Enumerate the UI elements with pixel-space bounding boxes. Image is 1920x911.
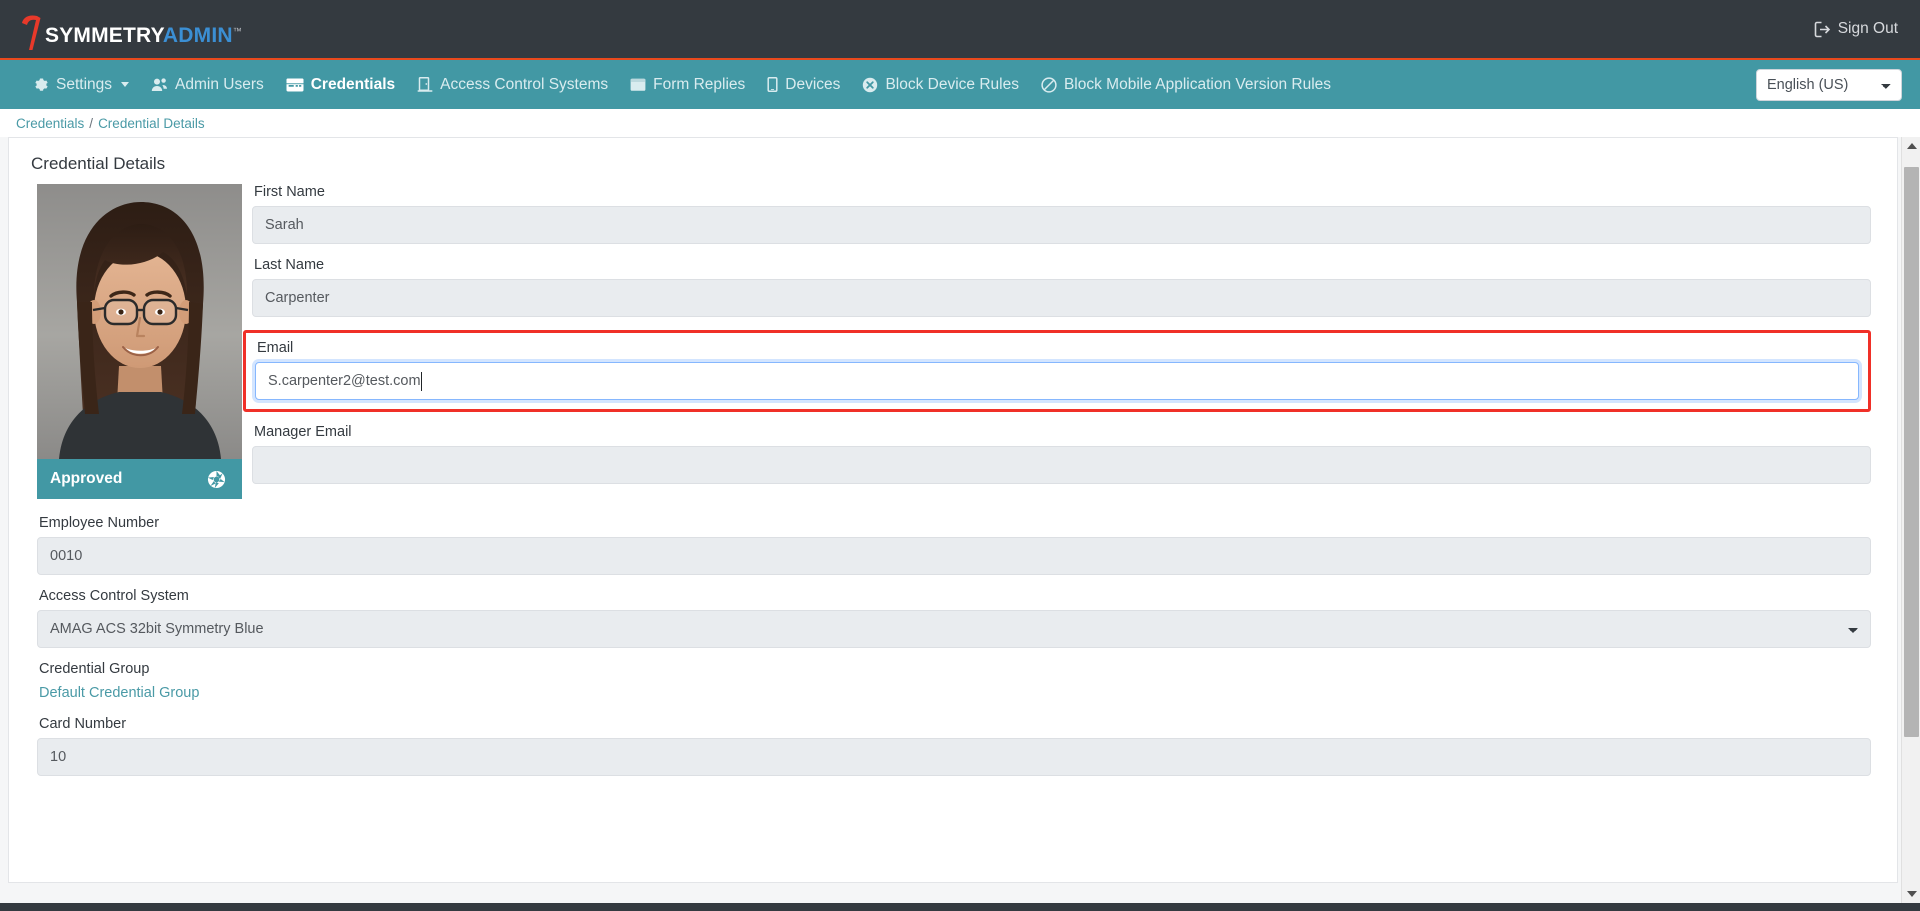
ban-icon [1041, 76, 1057, 93]
language-select[interactable]: English (US) [1756, 68, 1902, 101]
last-name-group: Last Name [252, 257, 1871, 317]
gear-icon [33, 77, 49, 93]
sign-out-icon [1814, 21, 1831, 38]
page-scrollbar[interactable] [1901, 137, 1920, 903]
credential-details-panel: Credential Details Approved First Name S… [8, 137, 1898, 883]
breadcrumb-item-credential-details: Credential Details [98, 115, 205, 131]
page-title: Credential Details [31, 154, 166, 173]
first-name-group: First Name [252, 184, 1871, 244]
nav-item-credentials[interactable]: Credentials [275, 70, 406, 100]
brand-trademark: ™ [232, 26, 242, 36]
nav-item-block-mobile-application-version-rules[interactable]: Block Mobile Application Version Rules [1030, 70, 1342, 100]
chevron-down-icon [121, 82, 130, 87]
nav-item-settings[interactable]: Settings [22, 70, 140, 100]
brand-symmetry-text: SYMMETRY [45, 24, 163, 47]
photo-status-badge[interactable]: Approved [37, 459, 242, 499]
mobile-icon [767, 77, 778, 92]
manager-email-group: Manager Email [252, 424, 1871, 484]
card-number-label: Card Number [39, 716, 127, 732]
brand-admin-text: ADMIN [162, 24, 233, 47]
card-number-group: Card Number [37, 716, 1871, 776]
card-number-input[interactable] [37, 738, 1871, 776]
credential-form: Approved First Name Sarah Last Name Carp… [9, 184, 1897, 776]
nav-item-block-device-rules[interactable]: Block Device Rules [851, 70, 1030, 100]
nav-item-devices[interactable]: Devices [756, 70, 851, 100]
scrollbar-thumb[interactable] [1904, 167, 1919, 737]
photo-column: Approved [37, 184, 242, 499]
access-control-system-group: Access Control System AMAG ACS 32bit Sym… [37, 588, 1871, 648]
nav-item-block-device-rules-label: Block Device Rules [885, 75, 1019, 93]
brand-wordmark: SYMMETRYADMIN™ [45, 25, 242, 52]
nav-item-settings-label: Settings [56, 75, 113, 93]
nav-item-form-replies[interactable]: Form Replies [619, 70, 756, 100]
credential-photo [37, 184, 242, 459]
employee-number-group: Employee Number [37, 515, 1871, 575]
first-name-label: First Name [254, 184, 325, 200]
access-control-system-select[interactable]: AMAG ACS 32bit Symmetry Blue [37, 610, 1871, 648]
camera-aperture-icon [207, 470, 226, 489]
nav-item-list: Settings Admin Users Credentials Access … [22, 70, 1342, 100]
nav-item-form-replies-label: Form Replies [653, 75, 746, 93]
main-navigation-bar: Settings Admin Users Credentials Access … [0, 60, 1920, 109]
nav-item-credentials-label: Credentials [310, 75, 396, 93]
door-icon [417, 77, 433, 92]
employee-number-input[interactable] [37, 537, 1871, 575]
email-label: Email [257, 340, 294, 356]
photo-and-primary-fields-row: Approved First Name Sarah Last Name Carp… [37, 184, 1871, 499]
credential-group-label: Credential Group [39, 661, 150, 677]
brand-logo[interactable]: SYMMETRYADMIN™ [18, 6, 242, 52]
nav-item-block-mobile-application-version-rules-label: Block Mobile Application Version Rules [1063, 75, 1332, 93]
sign-out-label: Sign Out [1837, 20, 1898, 37]
manager-email-input[interactable] [252, 446, 1871, 484]
scroll-up-arrow-icon[interactable] [1902, 137, 1920, 155]
nav-item-access-control-systems[interactable]: Access Control Systems [406, 70, 619, 100]
users-icon [151, 77, 168, 92]
form-icon [630, 78, 646, 92]
times-circle-icon [862, 77, 878, 93]
scroll-down-arrow-icon[interactable] [1902, 885, 1920, 903]
email-highlight-annotation: Email [243, 330, 1871, 412]
nav-item-devices-label: Devices [785, 75, 841, 93]
credential-group-link[interactable]: Default Credential Group [39, 685, 199, 701]
credential-group-group: Credential Group Default Credential Grou… [37, 661, 1871, 702]
manager-email-label: Manager Email [254, 424, 352, 440]
breadcrumb-separator: / [89, 115, 94, 131]
nav-item-admin-users[interactable]: Admin Users [140, 70, 275, 100]
portrait-photo-image [37, 184, 242, 459]
secondary-fields-section: Employee Number Access Control System AM… [37, 515, 1871, 776]
last-name-label: Last Name [254, 257, 325, 273]
symmetry-logo-mark [18, 12, 44, 52]
email-input[interactable] [255, 362, 1859, 400]
sign-out-button[interactable]: Sign Out [1814, 20, 1898, 38]
employee-number-label: Employee Number [39, 515, 160, 531]
breadcrumb: Credentials / Credential Details [0, 109, 1920, 137]
last-name-input[interactable] [252, 279, 1871, 317]
nav-item-access-control-systems-label: Access Control Systems [440, 75, 609, 93]
first-name-input[interactable] [252, 206, 1871, 244]
card-icon [286, 78, 304, 92]
page-content-area: Credential Details Approved First Name S… [0, 137, 1920, 903]
email-input-shell [255, 362, 1859, 400]
page-footer: © AMAG Technology v1.29.0 [0, 903, 1920, 911]
access-control-system-label: Access Control System [39, 588, 189, 604]
photo-status-label: Approved [50, 470, 123, 487]
primary-fields-column: First Name Last Name Email [242, 184, 1871, 497]
nav-item-admin-users-label: Admin Users [175, 75, 264, 93]
top-header-bar: SYMMETRYADMIN™ Sign Out [0, 0, 1920, 60]
breadcrumb-item-credentials[interactable]: Credentials [16, 116, 84, 131]
